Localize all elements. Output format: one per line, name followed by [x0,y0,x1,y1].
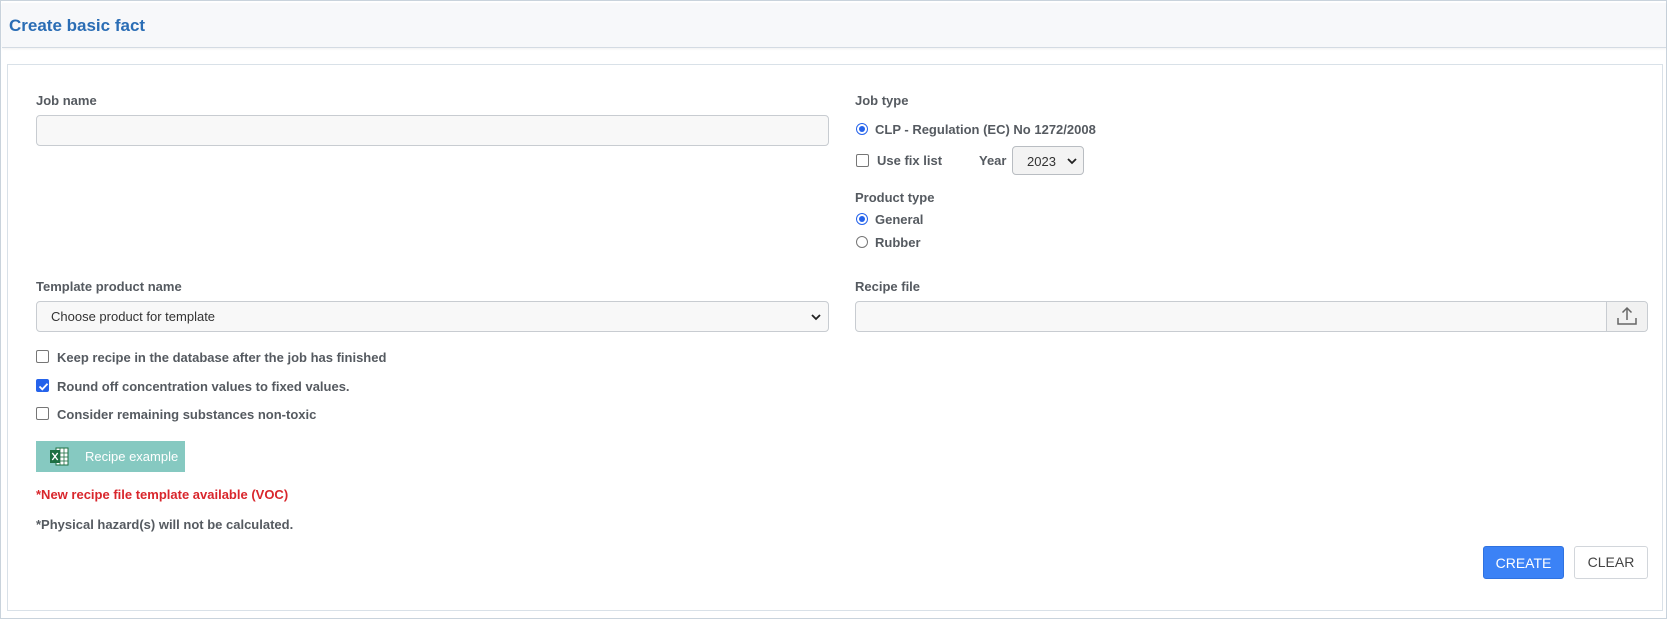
use-fix-list-checkbox[interactable] [856,154,869,167]
template-product-select-value: Choose product for template [51,309,216,324]
product-type-rubber-radio[interactable] [856,236,868,248]
keep-recipe-label: Keep recipe in the database after the jo… [57,350,387,365]
chevron-down-icon [1067,158,1077,165]
non-toxic-checkbox[interactable] [36,407,49,420]
product-type-general-radio[interactable] [856,213,868,225]
job-name-input[interactable] [36,115,829,146]
job-type-clp-radio[interactable] [856,123,868,135]
use-fix-list-label: Use fix list [877,153,943,168]
create-button[interactable]: CREATE [1483,546,1564,579]
job-type-label: Job type [855,93,909,108]
job-name-label: Job name [36,93,97,108]
year-label: Year [979,153,1007,168]
app-window: Create basic fact Job name Job type CLP … [0,0,1667,619]
round-off-label: Round off concentration values to fixed … [57,379,350,394]
product-type-label: Product type [855,190,935,205]
non-toxic-label: Consider remaining substances non-toxic [57,407,317,422]
product-type-rubber-label: Rubber [875,235,921,250]
year-select[interactable]: 2023 [1012,146,1084,175]
product-type-general-label: General [875,212,924,227]
recipe-file-upload-button[interactable] [1606,302,1647,331]
voc-template-note: *New recipe file template available (VOC… [36,487,289,502]
template-product-label: Template product name [36,279,182,294]
upload-icon [1617,306,1637,325]
recipe-example-button[interactable]: Recipe example [36,441,185,472]
physical-hazard-note: *Physical hazard(s) will not be calculat… [36,517,294,532]
clear-button[interactable]: CLEAR [1574,546,1648,579]
year-select-value: 2023 [1027,154,1056,169]
chevron-down-icon [811,314,821,321]
page-header: Create basic fact [2,3,1666,48]
recipe-file-input[interactable] [855,301,1648,332]
template-product-select[interactable]: Choose product for template [36,301,829,332]
checkmark-icon [38,383,49,391]
round-off-checkbox[interactable] [36,379,49,392]
recipe-file-label: Recipe file [855,279,921,294]
excel-icon [50,447,69,466]
job-type-clp-label: CLP - Regulation (EC) No 1272/2008 [875,122,1096,137]
page-title: Create basic fact [9,16,146,35]
recipe-example-label: Recipe example [85,449,179,464]
keep-recipe-checkbox[interactable] [36,350,49,363]
